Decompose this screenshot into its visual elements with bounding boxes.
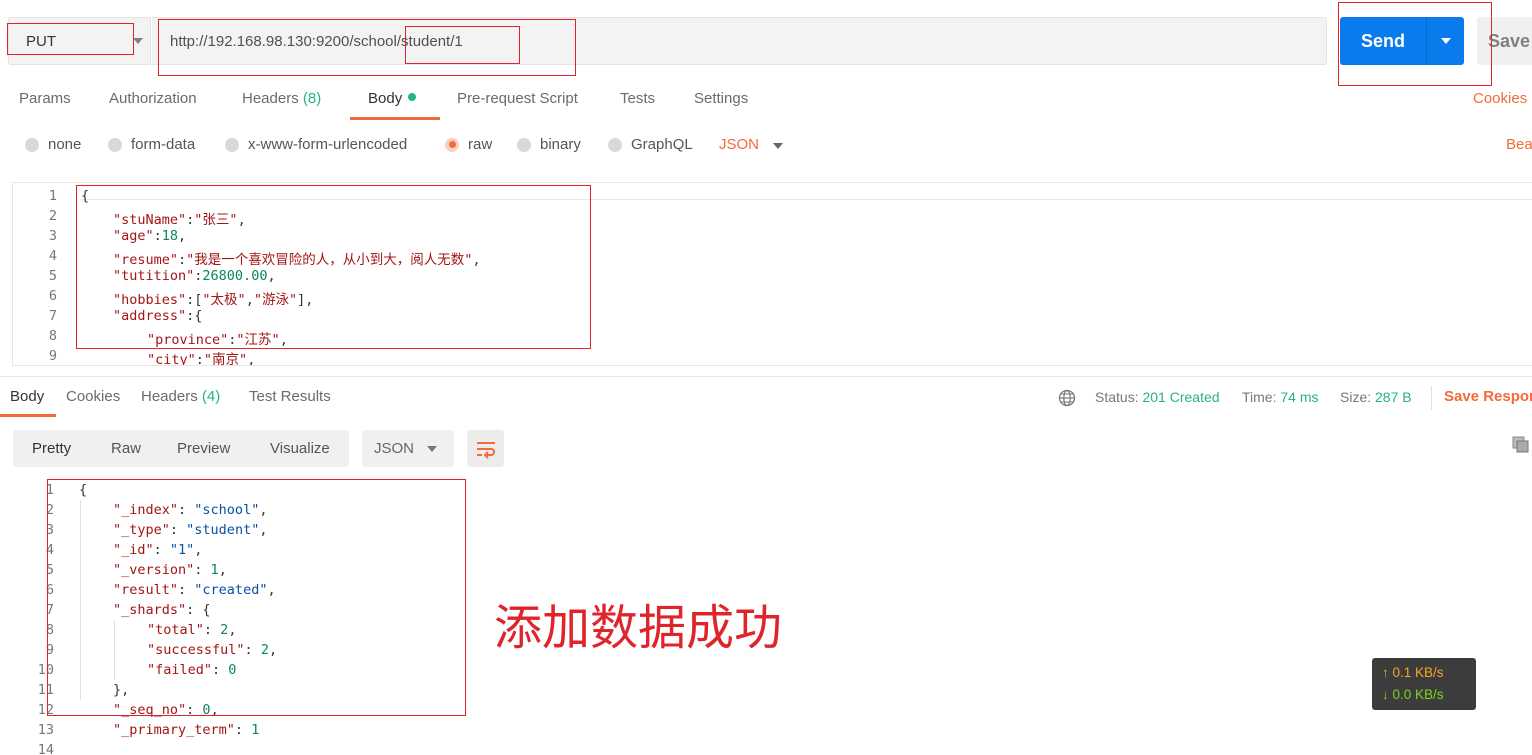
highlight-send: [1338, 2, 1492, 86]
radio-binary[interactable]: binary: [517, 136, 581, 153]
wrap-lines-button[interactable]: [467, 430, 504, 467]
radio-raw-label: raw: [468, 136, 493, 153]
radio-form-data[interactable]: form-data: [108, 136, 195, 153]
status-indicator: Status: 201 Created: [1095, 389, 1220, 405]
highlight-id: [405, 26, 520, 64]
annotation-text: 添加数据成功: [494, 600, 783, 656]
wrap-icon: [476, 441, 495, 459]
globe-icon[interactable]: [1058, 389, 1076, 407]
line-number: 13: [37, 722, 54, 738]
highlight-request-body: [76, 185, 591, 349]
chevron-down-icon[interactable]: [133, 38, 143, 44]
response-tab-body[interactable]: Body: [10, 388, 44, 405]
line-number: 8: [48, 328, 57, 344]
cookies-link[interactable]: Cookies: [1473, 90, 1527, 107]
active-tab-underline: [350, 117, 440, 120]
highlight-method: [7, 23, 134, 55]
response-tab-headers[interactable]: Headers (4): [141, 388, 220, 405]
tab-params[interactable]: Params: [19, 90, 71, 107]
line-number: 5: [48, 268, 57, 284]
chevron-down-icon[interactable]: [773, 143, 783, 149]
divider: [1431, 386, 1432, 410]
code-line: "city":"南京",: [147, 352, 256, 366]
radio-none[interactable]: none: [25, 136, 81, 153]
line-number: 14: [37, 742, 54, 755]
tab-body-label: Body: [368, 90, 403, 107]
radio-graphql[interactable]: GraphQL: [608, 136, 693, 153]
view-visualize[interactable]: Visualize: [270, 440, 330, 457]
upload-speed: ↑ 0.1 KB/s: [1382, 665, 1444, 680]
line-number: 7: [48, 308, 57, 324]
size-indicator: Size: 287 B: [1340, 389, 1412, 405]
tab-body[interactable]: Body: [368, 90, 417, 107]
headers-count: (4): [201, 388, 221, 405]
radio-icon: [517, 137, 531, 152]
tab-headers[interactable]: Headers (8): [242, 90, 321, 107]
code-line: "_primary_term": 1: [113, 722, 260, 738]
active-tab-underline: [0, 414, 56, 417]
body-indicator-dot: [408, 93, 417, 101]
save-response-button[interactable]: Save Respor: [1444, 388, 1532, 405]
copy-icon[interactable]: [1512, 436, 1530, 454]
radio-binary-label: binary: [540, 136, 581, 153]
response-format-label: JSON: [374, 440, 415, 457]
radio-raw[interactable]: raw: [445, 136, 492, 153]
line-number: 2: [48, 208, 57, 224]
radio-selected-icon: [445, 137, 459, 152]
chevron-down-icon: [427, 446, 437, 452]
time-indicator: Time: 74 ms: [1242, 389, 1319, 405]
radio-urlencoded-label: x-www-form-urlencoded: [248, 136, 408, 153]
line-number: 9: [48, 348, 57, 364]
response-tab-cookies[interactable]: Cookies: [66, 388, 120, 405]
radio-icon: [225, 137, 239, 152]
line-number: 1: [48, 188, 57, 204]
radio-icon: [608, 137, 622, 152]
view-raw[interactable]: Raw: [111, 440, 141, 457]
headers-count: (8): [302, 90, 322, 107]
radio-none-label: none: [48, 136, 82, 153]
response-tab-test-results[interactable]: Test Results: [249, 388, 331, 405]
response-tab-headers-label: Headers: [141, 388, 198, 405]
tab-tests[interactable]: Tests: [620, 90, 655, 107]
download-speed: ↓ 0.0 KB/s: [1382, 687, 1444, 702]
beautify-link[interactable]: Bea: [1506, 136, 1532, 153]
line-number: 3: [48, 228, 57, 244]
view-pretty[interactable]: Pretty: [32, 440, 71, 457]
radio-icon: [25, 137, 39, 152]
tab-prerequest-script[interactable]: Pre-request Script: [457, 90, 578, 107]
network-speed-widget: ↑ 0.1 KB/s ↓ 0.0 KB/s: [1372, 658, 1476, 710]
radio-graphql-label: GraphQL: [631, 136, 693, 153]
line-number: 4: [48, 248, 57, 264]
radio-icon: [108, 137, 122, 152]
view-preview[interactable]: Preview: [177, 440, 230, 457]
highlight-response-body: [47, 479, 466, 716]
section-divider: [0, 376, 1532, 377]
tab-authorization[interactable]: Authorization: [109, 90, 197, 107]
line-number: 6: [48, 288, 57, 304]
body-format-select[interactable]: JSON: [719, 136, 759, 153]
tab-headers-label: Headers: [242, 90, 299, 107]
radio-urlencoded[interactable]: x-www-form-urlencoded: [225, 136, 407, 153]
radio-form-data-label: form-data: [131, 136, 196, 153]
tab-settings[interactable]: Settings: [694, 90, 748, 107]
